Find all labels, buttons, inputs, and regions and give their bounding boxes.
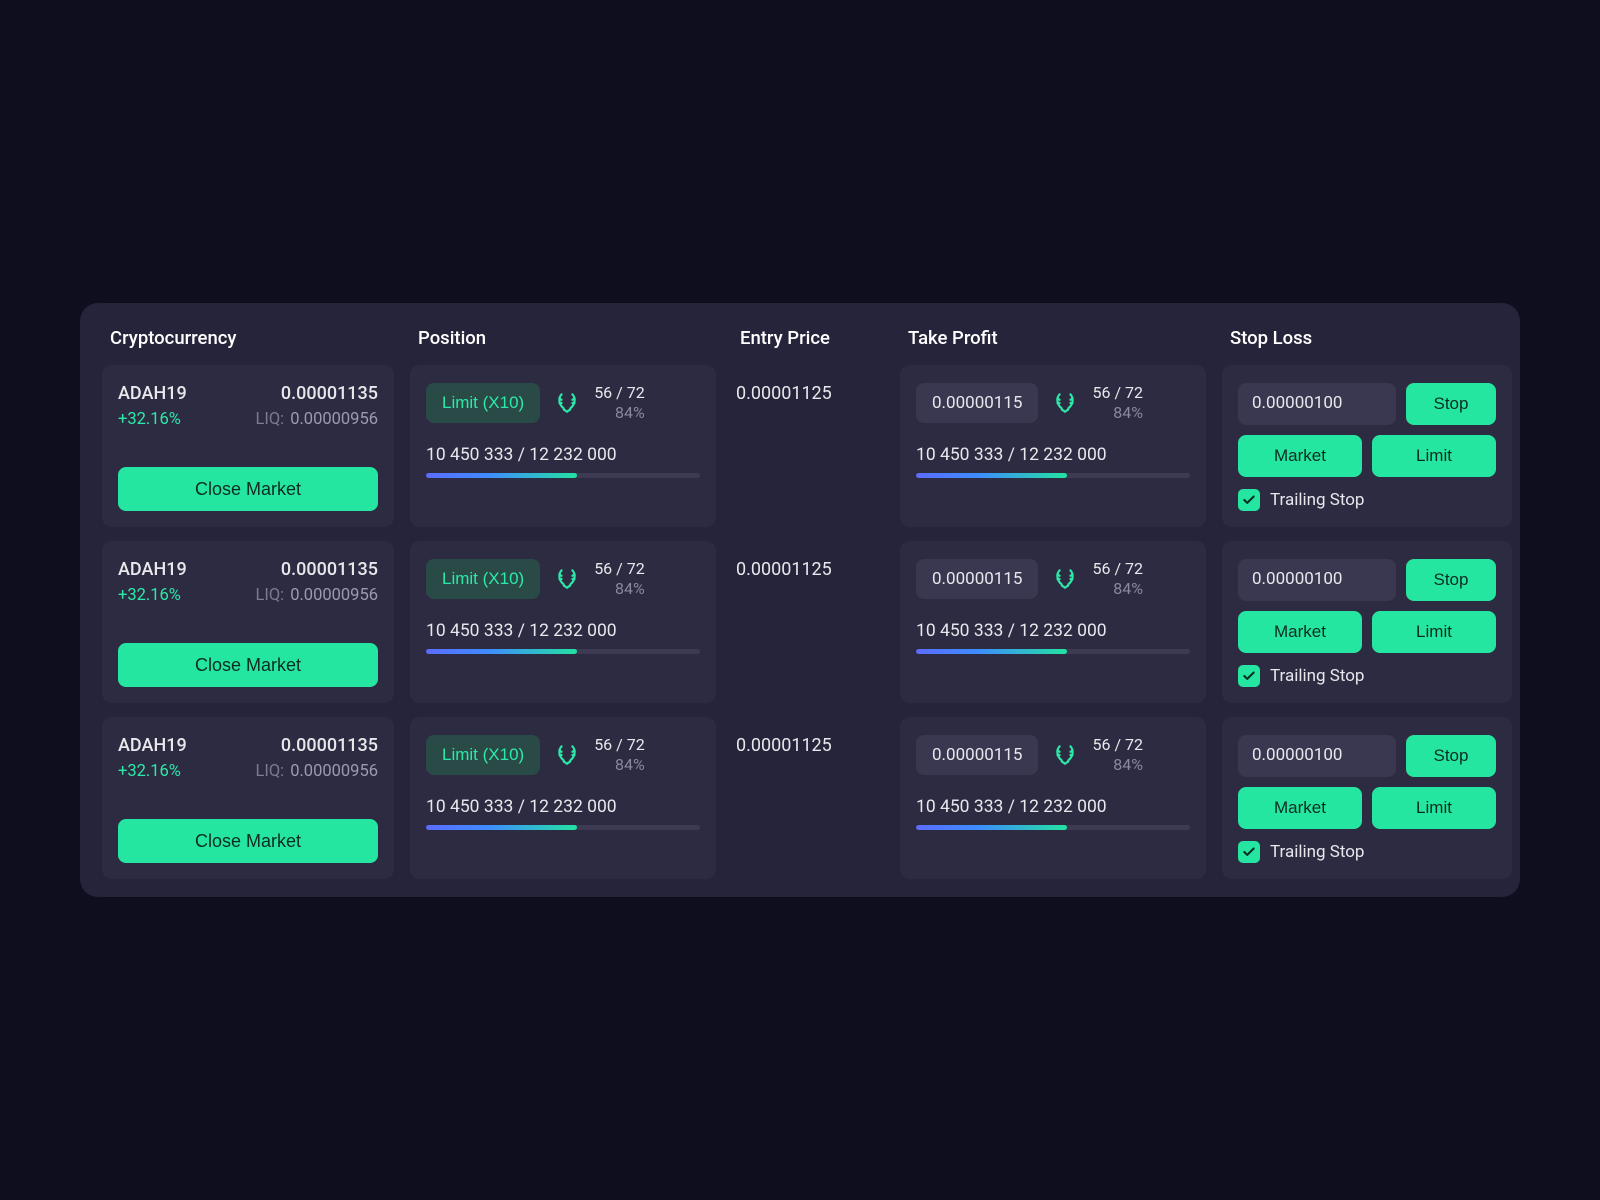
liq-label: LIQ: — [255, 410, 284, 429]
limit-leverage-button[interactable]: Limit (X10) — [426, 559, 540, 599]
tp-value[interactable]: 0.00000115 — [916, 735, 1038, 775]
sl-limit-button[interactable]: Limit — [1372, 611, 1496, 653]
table-row: ADAH19 0.00001135 +32.16% LIQ: 0.00000956… — [102, 541, 1498, 703]
trailing-stop-label: Trailing Stop — [1270, 666, 1364, 686]
position-progress-label: 10 450 333 / 12 232 000 — [426, 621, 700, 641]
header-take-profit: Take Profit — [908, 327, 1214, 349]
stop-loss-cell: 0.00000100 Stop Market Limit Trailing St… — [1222, 717, 1512, 879]
position-cell: Limit (X10) 56 / 72 84% 10 450 333 / 12 … — [410, 365, 716, 527]
sl-limit-button[interactable]: Limit — [1372, 435, 1496, 477]
tp-progress-label: 10 450 333 / 12 232 000 — [916, 445, 1190, 465]
header-cryptocurrency: Cryptocurrency — [110, 327, 402, 349]
position-cell: Limit (X10) 56 / 72 84% 10 450 333 / 12 … — [410, 541, 716, 703]
close-market-button[interactable]: Close Market — [118, 643, 378, 687]
table-row: ADAH19 0.00001135 +32.16% LIQ: 0.00000956… — [102, 717, 1498, 879]
liq-value: 0.00000956 — [290, 410, 378, 429]
sl-market-button[interactable]: Market — [1238, 611, 1362, 653]
position-progress-label: 10 450 333 / 12 232 000 — [426, 797, 700, 817]
take-profit-cell: 0.00000115 56 / 72 84% 10 450 333 / 12 2… — [900, 717, 1206, 879]
tp-progress-label: 10 450 333 / 12 232 000 — [916, 621, 1190, 641]
position-cell: Limit (X10) 56 / 72 84% 10 450 333 / 12 … — [410, 717, 716, 879]
position-ratio: 56 / 72 84% — [594, 735, 645, 775]
crypto-change-pct: +32.16% — [118, 586, 181, 605]
entry-price-cell: 0.00001125 — [732, 717, 884, 879]
take-profit-cell: 0.00000115 56 / 72 84% 10 450 333 / 12 2… — [900, 541, 1206, 703]
wreath-icon — [554, 566, 580, 592]
limit-leverage-button[interactable]: Limit (X10) — [426, 735, 540, 775]
sl-value[interactable]: 0.00000100 — [1238, 383, 1396, 425]
header-entry-price: Entry Price — [740, 327, 892, 349]
entry-price-cell: 0.00001125 — [732, 541, 884, 703]
stop-loss-cell: 0.00000100 Stop Market Limit Trailing St… — [1222, 541, 1512, 703]
take-profit-cell: 0.00000115 56 / 72 84% 10 450 333 / 12 2… — [900, 365, 1206, 527]
entry-price-value: 0.00001125 — [736, 735, 880, 756]
entry-price-cell: 0.00001125 — [732, 365, 884, 527]
tp-value[interactable]: 0.00000115 — [916, 559, 1038, 599]
stop-loss-cell: 0.00000100 Stop Market Limit Trailing St… — [1222, 365, 1512, 527]
wreath-icon — [1052, 566, 1078, 592]
crypto-symbol: ADAH19 — [118, 383, 187, 404]
position-ratio: 56 / 72 84% — [594, 383, 645, 423]
trailing-stop-checkbox[interactable] — [1238, 489, 1260, 511]
crypto-cell: ADAH19 0.00001135 +32.16% LIQ: 0.00000956… — [102, 717, 394, 879]
tp-ratio: 56 / 72 84% — [1092, 735, 1143, 775]
crypto-cell: ADAH19 0.00001135 +32.16% LIQ: 0.00000956… — [102, 541, 394, 703]
sl-stop-button[interactable]: Stop — [1406, 735, 1496, 777]
crypto-symbol: ADAH19 — [118, 559, 187, 580]
trailing-stop-checkbox[interactable] — [1238, 665, 1260, 687]
liq-label: LIQ: — [255, 586, 284, 605]
sl-value[interactable]: 0.00000100 — [1238, 559, 1396, 601]
liq-value: 0.00000956 — [290, 586, 378, 605]
wreath-icon — [1052, 742, 1078, 768]
tp-progress-label: 10 450 333 / 12 232 000 — [916, 797, 1190, 817]
crypto-liq: LIQ: 0.00000956 — [255, 762, 378, 781]
crypto-change-pct: +32.16% — [118, 762, 181, 781]
trailing-stop-label: Trailing Stop — [1270, 490, 1364, 510]
positions-panel: Cryptocurrency Position Entry Price Take… — [80, 303, 1520, 897]
close-market-button[interactable]: Close Market — [118, 819, 378, 863]
limit-leverage-button[interactable]: Limit (X10) — [426, 383, 540, 423]
close-market-button[interactable]: Close Market — [118, 467, 378, 511]
wreath-icon — [554, 390, 580, 416]
crypto-price: 0.00001135 — [281, 735, 378, 756]
position-progress — [426, 473, 700, 478]
wreath-icon — [1052, 390, 1078, 416]
sl-stop-button[interactable]: Stop — [1406, 559, 1496, 601]
tp-progress — [916, 473, 1190, 478]
column-headers: Cryptocurrency Position Entry Price Take… — [102, 327, 1498, 365]
entry-price-value: 0.00001125 — [736, 559, 880, 580]
position-progress-label: 10 450 333 / 12 232 000 — [426, 445, 700, 465]
tp-progress — [916, 825, 1190, 830]
crypto-change-pct: +32.16% — [118, 410, 181, 429]
crypto-price: 0.00001135 — [281, 383, 378, 404]
tp-value[interactable]: 0.00000115 — [916, 383, 1038, 423]
entry-price-value: 0.00001125 — [736, 383, 880, 404]
trailing-stop-label: Trailing Stop — [1270, 842, 1364, 862]
header-position: Position — [418, 327, 724, 349]
sl-market-button[interactable]: Market — [1238, 787, 1362, 829]
sl-market-button[interactable]: Market — [1238, 435, 1362, 477]
position-progress — [426, 825, 700, 830]
wreath-icon — [554, 742, 580, 768]
liq-value: 0.00000956 — [290, 762, 378, 781]
header-stop-loss: Stop Loss — [1230, 327, 1520, 349]
sl-value[interactable]: 0.00000100 — [1238, 735, 1396, 777]
table-row: ADAH19 0.00001135 +32.16% LIQ: 0.00000956… — [102, 365, 1498, 527]
crypto-price: 0.00001135 — [281, 559, 378, 580]
tp-progress — [916, 649, 1190, 654]
trailing-stop-checkbox[interactable] — [1238, 841, 1260, 863]
crypto-symbol: ADAH19 — [118, 735, 187, 756]
crypto-liq: LIQ: 0.00000956 — [255, 410, 378, 429]
tp-ratio: 56 / 72 84% — [1092, 383, 1143, 423]
crypto-liq: LIQ: 0.00000956 — [255, 586, 378, 605]
liq-label: LIQ: — [255, 762, 284, 781]
position-ratio: 56 / 72 84% — [594, 559, 645, 599]
crypto-cell: ADAH19 0.00001135 +32.16% LIQ: 0.00000956… — [102, 365, 394, 527]
position-progress — [426, 649, 700, 654]
sl-limit-button[interactable]: Limit — [1372, 787, 1496, 829]
tp-ratio: 56 / 72 84% — [1092, 559, 1143, 599]
sl-stop-button[interactable]: Stop — [1406, 383, 1496, 425]
